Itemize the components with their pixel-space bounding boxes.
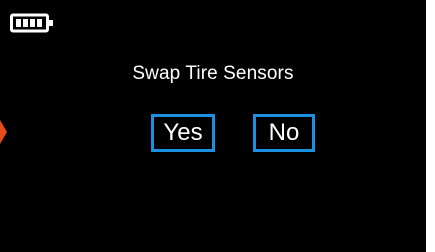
device-screen: Swap Tire Sensors Yes No [0,0,426,252]
pointer-arrow-icon [0,120,7,144]
battery-full-icon [10,13,53,33]
dialog-title: Swap Tire Sensors [132,63,294,84]
no-button[interactable]: No [253,114,315,152]
yes-button[interactable]: Yes [151,114,215,152]
screen-border [426,0,435,252]
